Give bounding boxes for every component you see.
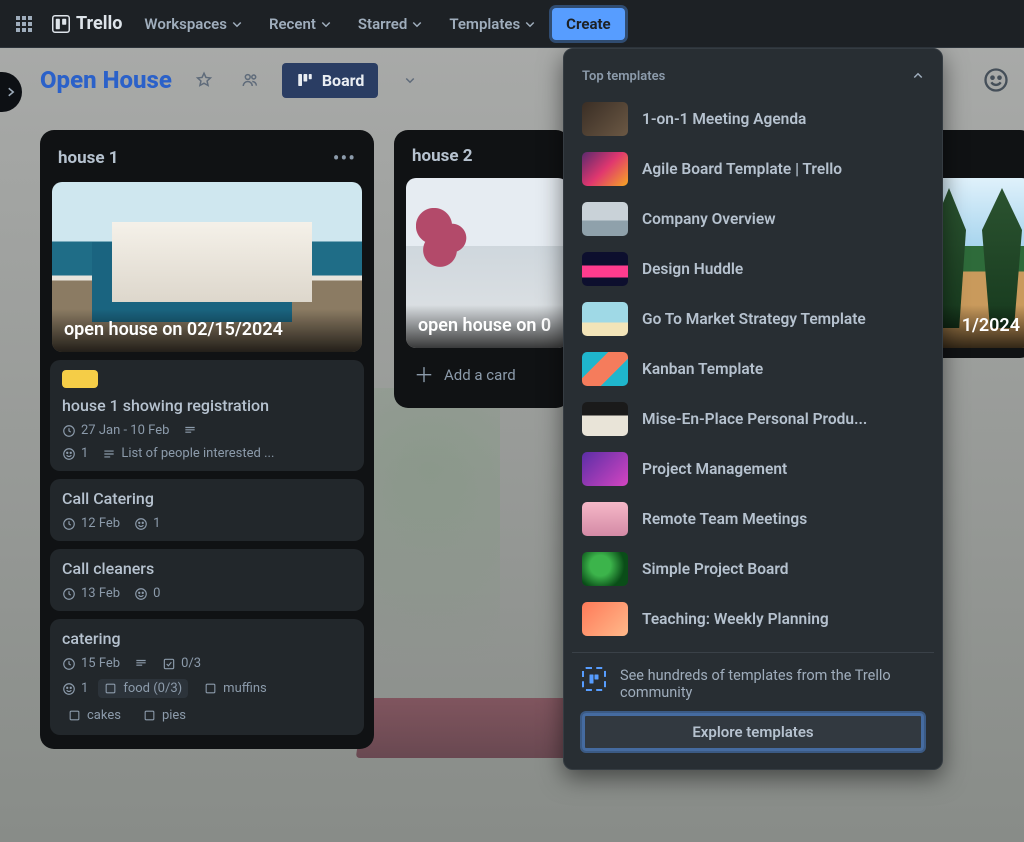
templates-popover: Top templates 1-on-1 Meeting Agenda Agil…	[563, 48, 943, 770]
template-simple[interactable]: Simple Project Board	[572, 544, 934, 594]
popover-footer-text: See hundreds of templates from the Trell…	[620, 667, 924, 701]
members-icon[interactable]	[236, 66, 264, 94]
sub-checklist-food[interactable]: food (0/3)	[98, 679, 188, 698]
add-card-button[interactable]: ＋ Add a card	[404, 356, 570, 394]
nav-recent[interactable]: Recent	[259, 9, 342, 39]
template-teaching[interactable]: Teaching: Weekly Planning	[572, 594, 934, 644]
card-cleaners-call[interactable]: Call cleaners 13 Feb 0	[50, 549, 364, 611]
date-badge: 27 Jan - 10 Feb	[62, 423, 169, 438]
template-remote[interactable]: Remote Team Meetings	[572, 494, 934, 544]
template-gtm[interactable]: Go To Market Strategy Template	[572, 294, 934, 344]
sub-checklist-muffins[interactable]: muffins	[198, 679, 273, 698]
create-button[interactable]: Create	[552, 8, 624, 40]
templates-community-icon	[582, 667, 606, 691]
card-cover-caption: open house on 0	[406, 305, 568, 348]
card-cover-caption: open house on 02/15/2024	[52, 309, 362, 352]
sub-checklist-pies[interactable]: pies	[137, 706, 192, 725]
card-catering-call[interactable]: Call Catering 12 Feb 1	[50, 479, 364, 541]
label-yellow	[62, 370, 98, 388]
brand-text: Trello	[76, 13, 122, 34]
explore-templates-button[interactable]: Explore templates	[582, 713, 924, 751]
nav-workspaces[interactable]: Workspaces	[134, 9, 253, 39]
card-registration[interactable]: house 1 showing registration 27 Jan - 10…	[50, 360, 364, 471]
card-catering[interactable]: catering 15 Feb 0/3 1 food (0/3) muffins…	[50, 619, 364, 735]
star-icon[interactable]	[190, 66, 218, 94]
nav-templates[interactable]: Templates	[439, 9, 546, 39]
list-menu-icon[interactable]: •••	[333, 146, 356, 170]
popover-title: Top templates	[582, 69, 665, 84]
description-icon	[134, 657, 148, 671]
board-view-button[interactable]: Board	[282, 63, 379, 98]
list-house-1: house 1 ••• open house on 02/15/2024 hou…	[40, 130, 374, 749]
template-kanban[interactable]: Kanban Template	[572, 344, 934, 394]
template-agile[interactable]: Agile Board Template | Trello	[572, 144, 934, 194]
template-design[interactable]: Design Huddle	[572, 244, 934, 294]
template-company[interactable]: Company Overview	[572, 194, 934, 244]
template-mise[interactable]: Mise-En-Place Personal Produ...	[572, 394, 934, 444]
template-pm[interactable]: Project Management	[572, 444, 934, 494]
trello-logo[interactable]: Trello	[46, 13, 128, 34]
sub-checklist-cakes[interactable]: cakes	[62, 706, 127, 725]
board-title[interactable]: Open House	[40, 66, 172, 94]
list-title[interactable]: house 1	[58, 148, 119, 168]
list-house-2: house 2 open house on 0 ＋ Add a card	[394, 130, 570, 408]
description-icon	[183, 424, 197, 438]
checklist-badge: 0/3	[162, 656, 201, 671]
collapse-icon[interactable]	[912, 67, 924, 86]
card-cover-house-1[interactable]: open house on 02/15/2024	[52, 182, 362, 352]
list-title[interactable]: house 2	[412, 146, 473, 166]
view-switch-caret[interactable]	[396, 66, 424, 94]
template-1on1[interactable]: 1-on-1 Meeting Agenda	[572, 94, 934, 144]
nav-starred[interactable]: Starred	[348, 9, 433, 39]
card-cover-house-2[interactable]: open house on 0	[406, 178, 568, 348]
apps-launcher[interactable]	[8, 8, 40, 40]
plus-icon: ＋	[414, 368, 434, 382]
reaction-badge: 1	[62, 446, 88, 461]
description-tease: List of people interested ...	[102, 446, 274, 461]
